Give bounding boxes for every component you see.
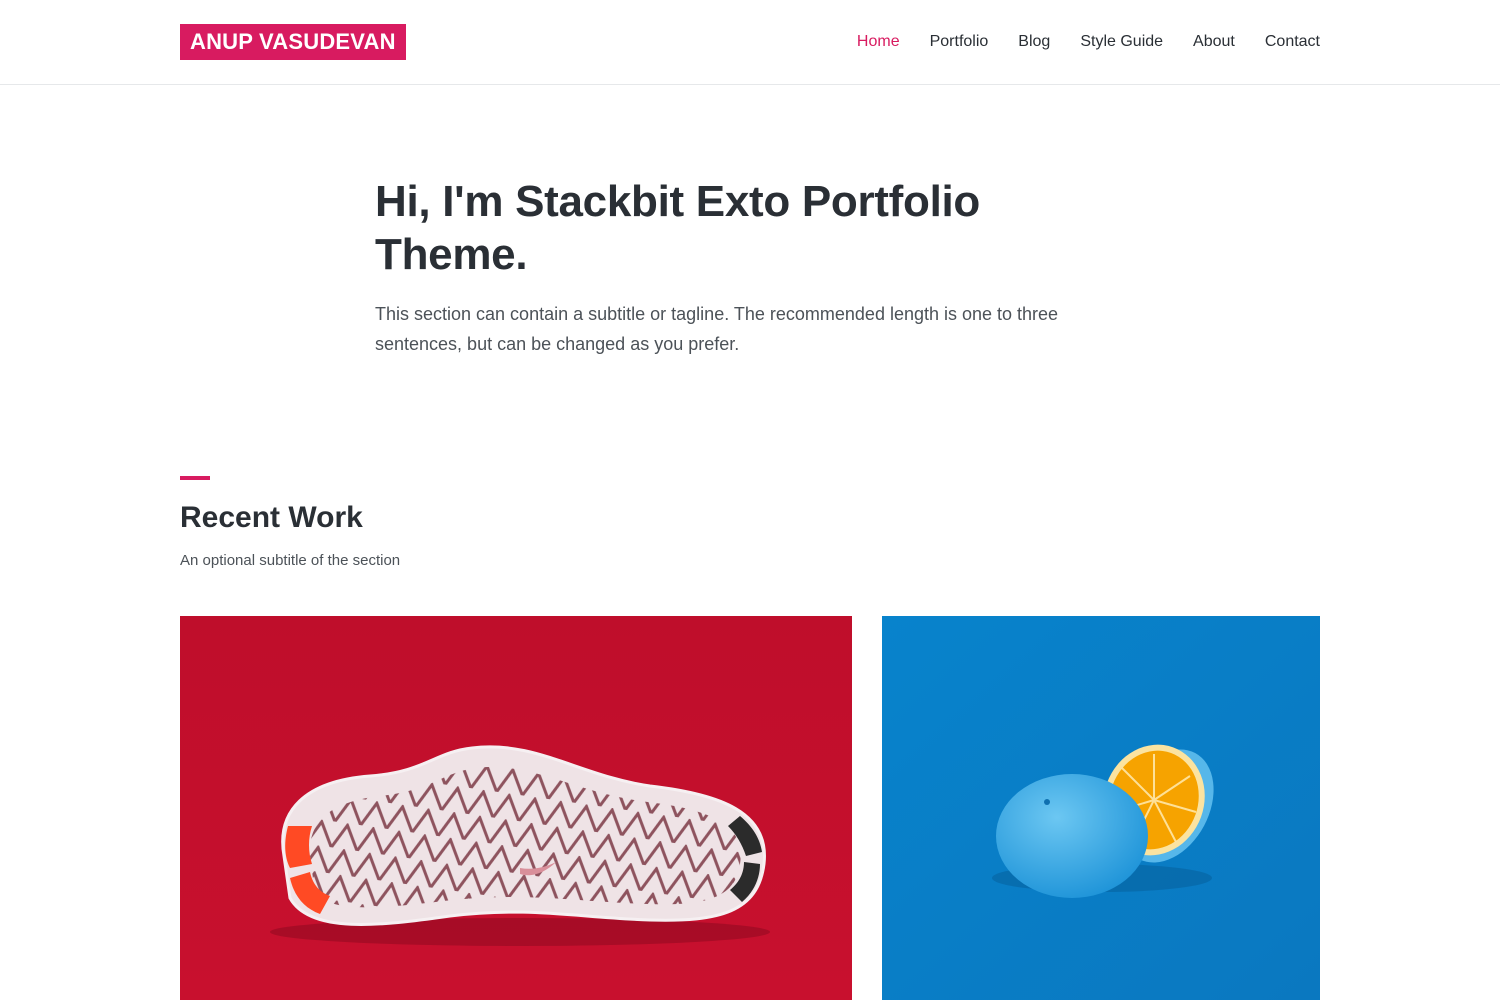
recent-work-header: Recent Work An optional subtitle of the …	[180, 476, 880, 572]
site-logo[interactable]: ANUP VASUDEVAN	[180, 24, 406, 60]
hero-subtitle: This section can contain a subtitle or t…	[375, 304, 1059, 354]
nav-contact[interactable]: Contact	[1265, 30, 1320, 54]
site-header: ANUP VASUDEVAN Home Portfolio Blog Style…	[0, 0, 1500, 85]
section-accent-bar	[180, 476, 210, 480]
blue-orange-image	[882, 616, 1320, 1000]
sneaker-sole-image	[180, 616, 852, 1000]
nav-blog[interactable]: Blog	[1018, 30, 1050, 54]
hero-section: Hi, I'm Stackbit Exto Portfolio Theme. T…	[375, 175, 1125, 359]
nav-portfolio[interactable]: Portfolio	[930, 30, 989, 54]
hero-title: Hi, I'm Stackbit Exto Portfolio Theme.	[375, 177, 981, 279]
work-card-orange[interactable]	[882, 616, 1320, 1000]
nav-style-guide[interactable]: Style Guide	[1080, 30, 1163, 54]
nav-about[interactable]: About	[1193, 30, 1235, 54]
main-nav: Home Portfolio Blog Style Guide About Co…	[857, 30, 1320, 54]
work-card-sneaker[interactable]	[180, 616, 852, 1000]
recent-work-title: Recent Work	[180, 501, 363, 534]
recent-work-subtitle: An optional subtitle of the section	[180, 552, 401, 569]
nav-home[interactable]: Home	[857, 30, 900, 54]
